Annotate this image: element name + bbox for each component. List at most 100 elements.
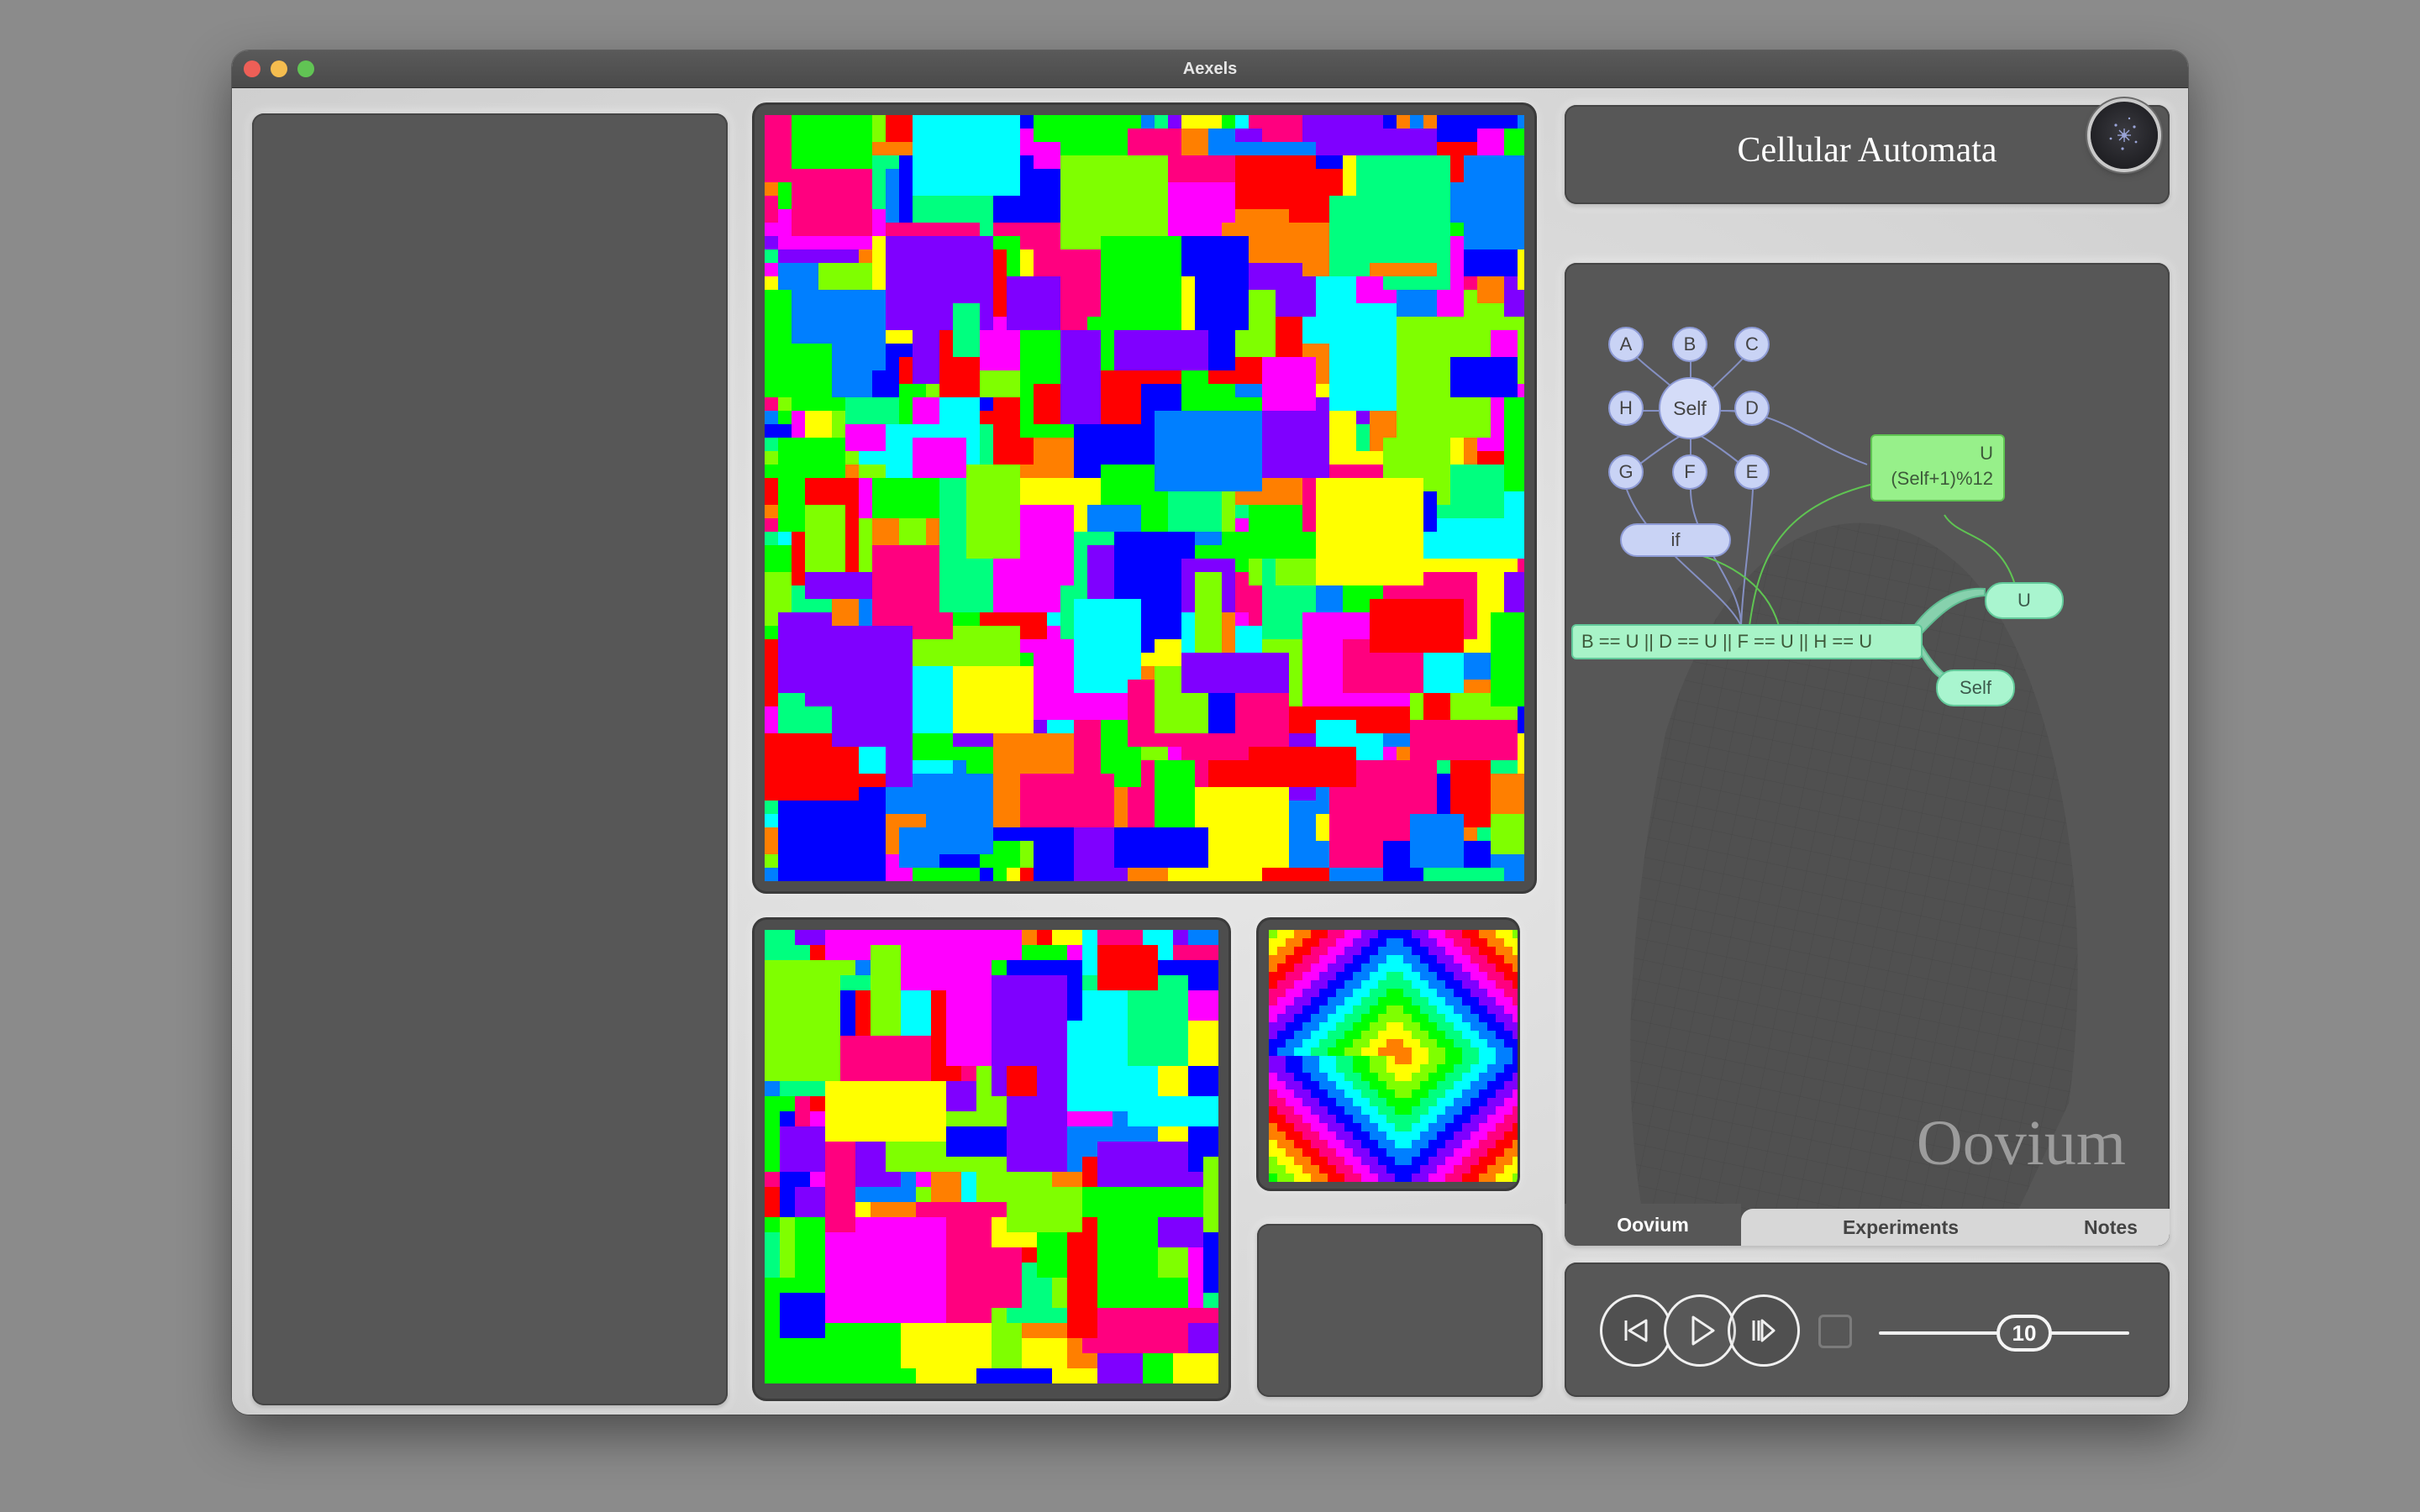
if-node[interactable]: if [1620, 523, 1731, 557]
automaton-cell-run [1195, 760, 1208, 774]
condition-node[interactable]: B == U || D == U || F == U || H == U [1571, 624, 1923, 659]
automaton-zoom-canvas[interactable] [755, 920, 1228, 1399]
automaton-detail-canvas[interactable] [1259, 920, 1518, 1189]
automaton-cell-run [765, 680, 778, 693]
automaton-cell-run [832, 357, 886, 370]
automaton-cell [1277, 1148, 1286, 1157]
play-button[interactable] [1664, 1294, 1736, 1367]
automaton-cell-run [1289, 209, 1329, 223]
automaton-cell [1328, 1022, 1336, 1031]
automaton-cell-run [1504, 411, 1524, 424]
automaton-cell-run [1370, 626, 1464, 639]
automaton-cell-run [899, 532, 926, 545]
neighbor-b[interactable]: B [1672, 327, 1707, 362]
automaton-cell [1286, 955, 1294, 963]
automaton-cell [1328, 1039, 1336, 1047]
automaton-cell [1378, 1014, 1386, 1022]
speed-slider-knob[interactable]: 10 [1996, 1315, 2052, 1352]
tab-notes[interactable]: Notes [2052, 1209, 2170, 1246]
automaton-cell-run [855, 1142, 886, 1157]
automaton-cell-run [939, 384, 980, 397]
automaton-cell [1512, 1106, 1518, 1115]
automaton-cell-run [1168, 115, 1181, 129]
automaton-cell-run [1464, 827, 1477, 841]
automaton-cell [1311, 938, 1319, 947]
automaton-cell-run [966, 532, 1020, 545]
automaton-cell-run [1087, 572, 1114, 585]
neighbor-e[interactable]: E [1734, 454, 1770, 490]
automaton-cell [1462, 1098, 1470, 1106]
automaton-cell [1286, 947, 1294, 955]
automaton-cell-run [1188, 1126, 1218, 1142]
tab-oovium[interactable]: Oovium [1565, 1204, 1741, 1246]
neighbor-f[interactable]: F [1672, 454, 1707, 490]
neighbor-d[interactable]: D [1734, 391, 1770, 426]
automaton-cell-run [899, 841, 993, 854]
automaton-cell-run [886, 169, 899, 182]
automaton-cell [1302, 1115, 1311, 1123]
automaton-cell [1454, 980, 1462, 989]
automaton-cell-run [1158, 975, 1188, 990]
automaton-cell-run [1020, 411, 1034, 424]
automaton-cell-run [1450, 465, 1504, 478]
then-node[interactable]: U [1985, 582, 2064, 619]
automaton-cell-run [1437, 129, 1477, 142]
automaton-cell-run [1188, 1278, 1203, 1293]
automaton-cell-run [792, 559, 805, 572]
automaton-cell-run [1235, 344, 1276, 357]
step-forward-button[interactable] [1728, 1294, 1800, 1367]
automaton-cell-run [1329, 868, 1383, 881]
automaton-cell [1277, 1081, 1286, 1089]
automaton-cell-run [1491, 639, 1524, 653]
automaton-cell [1336, 1115, 1344, 1123]
automaton-cell [1437, 1123, 1445, 1131]
automaton-cell-run [1082, 1172, 1097, 1187]
automaton-cell [1361, 1022, 1370, 1031]
else-node[interactable]: Self [1936, 669, 2015, 706]
automaton-cell-run [1168, 491, 1222, 505]
automaton-cell [1395, 1089, 1403, 1098]
automaton-cell-run [1155, 438, 1262, 451]
neighbor-self[interactable]: Self [1659, 377, 1721, 439]
automaton-cell [1462, 1081, 1470, 1089]
automaton-cell-run [765, 990, 840, 1005]
automaton-cell-run [1477, 276, 1504, 290]
automaton-cell [1412, 1081, 1420, 1089]
neighbor-a[interactable]: A [1608, 327, 1644, 362]
automaton-cell-run [765, 706, 778, 720]
automaton-cell-run [1329, 827, 1410, 841]
automaton-cell-run [1195, 626, 1222, 639]
stop-checkbox[interactable] [1818, 1315, 1852, 1348]
automaton-cell-run [1410, 814, 1464, 827]
automaton-cell-run [1034, 451, 1074, 465]
automaton-cell-run [792, 424, 805, 438]
neighbor-h[interactable]: H [1608, 391, 1644, 426]
automaton-cell [1328, 1014, 1336, 1022]
result-name: U [1980, 443, 1993, 464]
automaton-cell [1504, 1039, 1512, 1047]
automaton-cell-run [939, 572, 993, 585]
oovium-graph[interactable]: A B C H Self D G F E if U (Self+1)%12 B … [1565, 263, 2170, 1187]
automaton-main-canvas[interactable] [755, 105, 1534, 891]
automaton-cell-run [1262, 384, 1316, 397]
neighbor-g[interactable]: G [1608, 454, 1644, 490]
automaton-cell [1277, 955, 1286, 963]
automaton-cell [1269, 1098, 1277, 1106]
tab-experiments[interactable]: Experiments [1791, 1209, 2010, 1246]
globe-button[interactable] [2091, 102, 2158, 169]
automaton-cell-run [1235, 182, 1343, 196]
step-back-button[interactable] [1600, 1294, 1672, 1367]
automaton-cell-run [899, 209, 913, 223]
automaton-cell-run [1097, 1308, 1218, 1323]
automaton-cell-run [1007, 1111, 1067, 1126]
automaton-cell [1487, 1098, 1496, 1106]
automaton-cell-run [1370, 424, 1397, 438]
automaton-cell [1437, 955, 1445, 963]
automaton-cell-run [1222, 572, 1235, 585]
automaton-cell-run [1450, 787, 1491, 801]
neighbor-c[interactable]: C [1734, 327, 1770, 362]
result-node[interactable]: U (Self+1)%12 [1870, 434, 2005, 501]
automaton-cell-run [931, 1021, 946, 1036]
automaton-cell-run [859, 545, 872, 559]
automaton-cell-run [1155, 801, 1195, 814]
